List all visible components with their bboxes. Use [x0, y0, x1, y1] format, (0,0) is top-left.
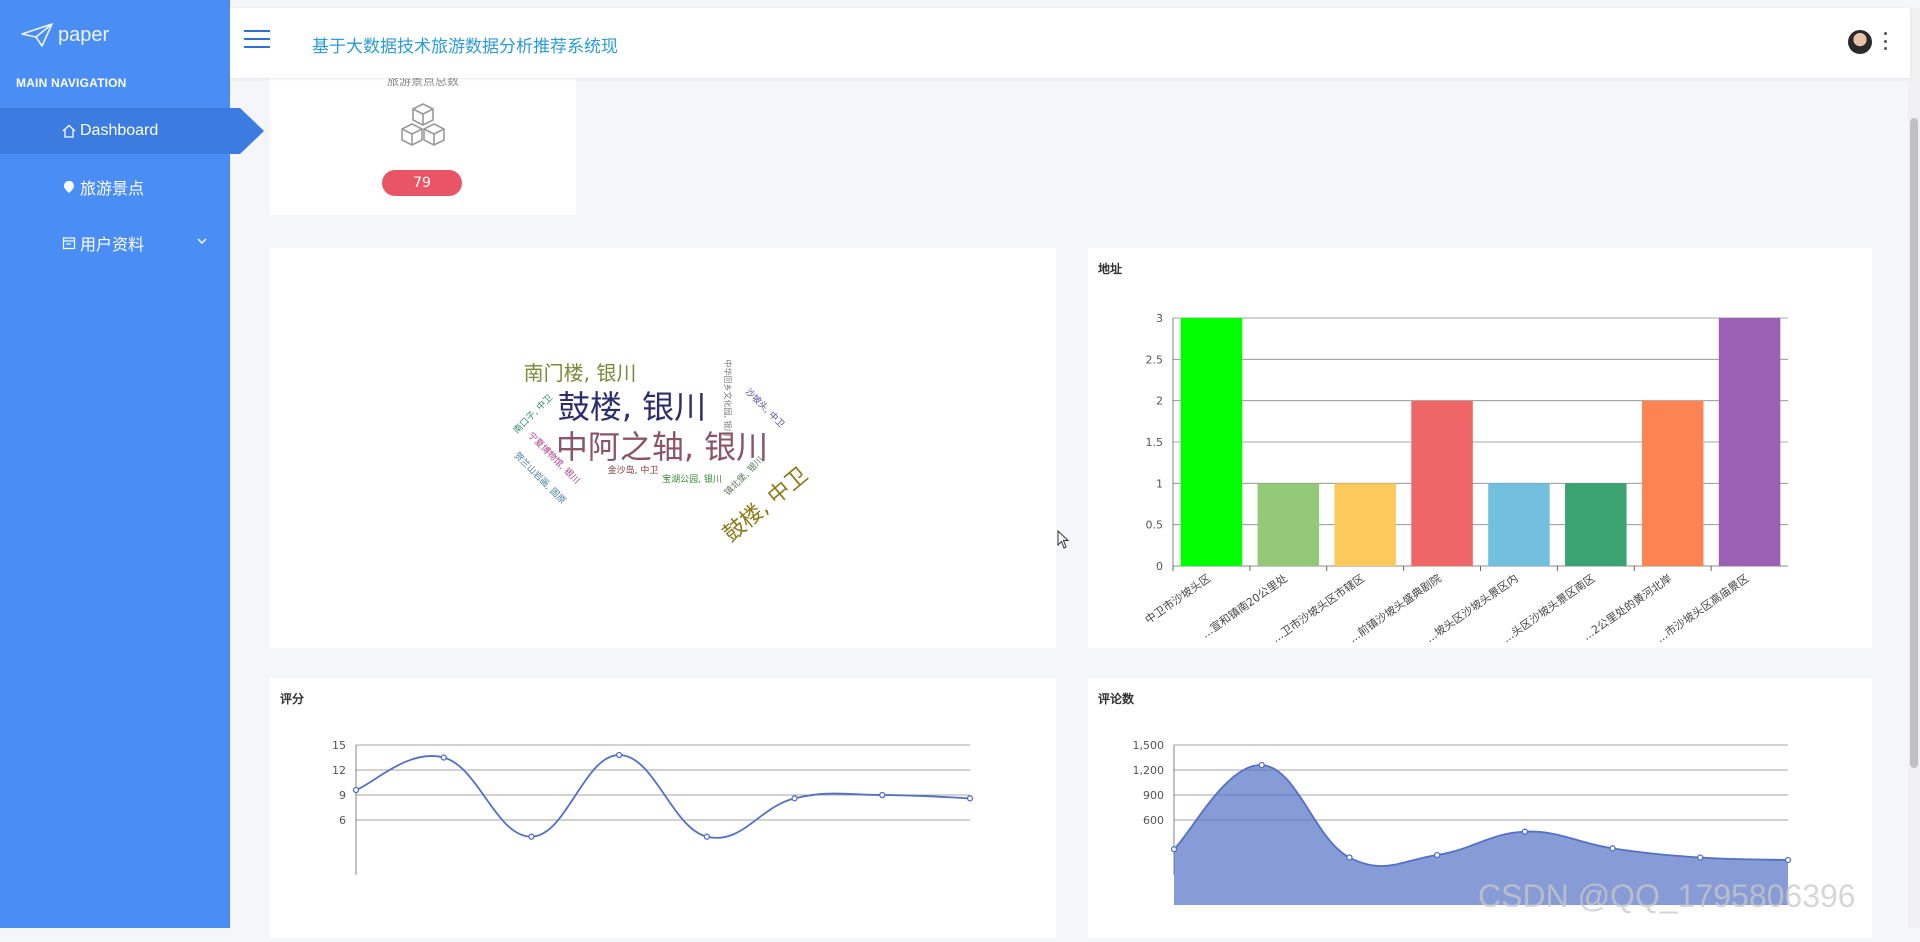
app-logo[interactable]: paper [20, 22, 109, 48]
data-point [966, 795, 974, 802]
page-title: 基于大数据技术旅游数据分析推荐系统现 [312, 37, 618, 56]
attraction-count-badge: 79 [382, 170, 462, 196]
cubes-icon [401, 103, 445, 146]
scrollbar-thumb[interactable] [1910, 118, 1918, 768]
avatar[interactable] [1848, 30, 1872, 54]
logo-text: paper [58, 23, 110, 46]
bar [1411, 400, 1473, 566]
word-cloud-card: 南门楼, 银川 鼓楼, 银川 中阿之轴, 银川 鼓楼, 中卫 沙坡头, 中卫 中… [270, 248, 1056, 648]
wordcloud-word: 金沙岛, 中卫 [608, 464, 659, 476]
chart-title: 评分 [280, 692, 305, 706]
calendar-icon [62, 236, 76, 250]
sidebar-item-label: 用户资料 [80, 237, 145, 254]
y-tick-label: 0 [1156, 560, 1163, 573]
y-tick-label: 6 [339, 814, 346, 827]
sidebar-item-user-profile[interactable]: 用户资料 [0, 220, 230, 266]
sidebar-item-label: Dashboard [80, 122, 159, 139]
y-tick-label: 2 [1156, 395, 1163, 408]
data-point [1609, 845, 1616, 852]
bar [1641, 400, 1704, 566]
sidebar: paper MAIN NAVIGATION Dashboard 旅游景点 用户资… [0, 0, 264, 928]
bar [1180, 318, 1243, 566]
y-tick-label: 1.5 [1146, 436, 1164, 449]
sidebar-item-dashboard[interactable]: Dashboard [0, 108, 264, 154]
address-bar-chart-card: 地址 0 0.5 1 1.5 2 2.5 3 中卫市沙坡头区 ...宣和镇南20公里处 ...卫市… [1088, 248, 1872, 648]
wordcloud-word: 鼓楼, 中卫 [719, 463, 813, 548]
data-point [1697, 854, 1704, 861]
y-tick-label: 9 [339, 789, 346, 802]
data-point [1521, 828, 1529, 835]
sidebar-item-label: 旅游景点 [80, 181, 145, 198]
y-tick-label: 2.5 [1146, 353, 1164, 366]
x-tick-label: 中卫市沙坡头区 [1142, 571, 1213, 627]
y-tick-label: 900 [1143, 789, 1164, 802]
wordcloud-word: 中阿之轴, 银川 [556, 428, 768, 466]
rating-line-chart: 6 9 12 15 [332, 739, 974, 875]
y-tick-label: 12 [332, 764, 346, 777]
wordcloud-word: 宝湖公园, 银川 [662, 473, 722, 485]
data-point [352, 786, 360, 794]
home-icon [62, 124, 76, 138]
data-point [1170, 846, 1178, 853]
data-point [1433, 851, 1441, 859]
chart-title: 评论数 [1098, 692, 1135, 706]
data-point [528, 833, 535, 840]
bar [1718, 318, 1781, 566]
data-point [1346, 854, 1353, 861]
wordcloud-word: 南口子, 中卫 [511, 392, 555, 436]
bar [1488, 483, 1550, 566]
y-tick-label: 3 [1156, 312, 1163, 325]
y-tick-label: 1,200 [1133, 764, 1165, 777]
y-tick-label: 15 [332, 739, 346, 752]
wordcloud-word: 鼓楼, 银川 [558, 388, 706, 426]
watermark: CSDN @QQ_1795806396 [1478, 878, 1856, 914]
wordcloud-word: 沙坡头, 中卫 [743, 386, 787, 430]
bar [1257, 483, 1320, 566]
hamburger-menu-icon[interactable] [244, 30, 270, 50]
series-line [355, 754, 971, 839]
data-point [440, 754, 447, 761]
total-attractions-card: 旅游景点总数 79 [270, 60, 576, 215]
wordcloud-word: 中华回乡文化园, 银川 [723, 359, 733, 436]
chart-title: 地址 [1098, 262, 1123, 276]
wordcloud-word: 南门楼, 银川 [524, 361, 637, 385]
top-header: 基于大数据技术旅游数据分析推荐系统现 [230, 8, 1910, 78]
data-point [703, 833, 711, 840]
mouse-cursor-icon [1057, 530, 1070, 549]
y-tick-label: 1 [1156, 477, 1163, 490]
more-vertical-icon[interactable] [1882, 32, 1888, 50]
y-tick-label: 1,500 [1133, 739, 1165, 752]
y-tick-label: 0.5 [1146, 519, 1164, 532]
location-dot-icon [62, 180, 76, 194]
rating-line-chart-card: 评分 6 9 12 15 [270, 678, 1056, 938]
sidebar-item-attractions[interactable]: 旅游景点 [0, 164, 230, 210]
data-point [1258, 761, 1265, 769]
address-bar-chart: 00.511.522.53中卫市沙坡头区...宣和镇南20公里处...卫市沙坡头… [1142, 312, 1788, 645]
paper-plane-icon [21, 23, 53, 47]
data-point [615, 751, 623, 759]
nav-heading: MAIN NAVIGATION [16, 76, 127, 90]
word-cloud: 南门楼, 银川 鼓楼, 银川 中阿之轴, 银川 鼓楼, 中卫 沙坡头, 中卫 中… [511, 359, 813, 548]
data-point [791, 795, 798, 802]
data-point [1784, 856, 1792, 864]
bar [1334, 483, 1396, 566]
bar [1565, 483, 1627, 566]
y-tick-label: 600 [1143, 814, 1164, 827]
chevron-down-icon[interactable] [196, 234, 208, 252]
data-point [879, 791, 886, 799]
